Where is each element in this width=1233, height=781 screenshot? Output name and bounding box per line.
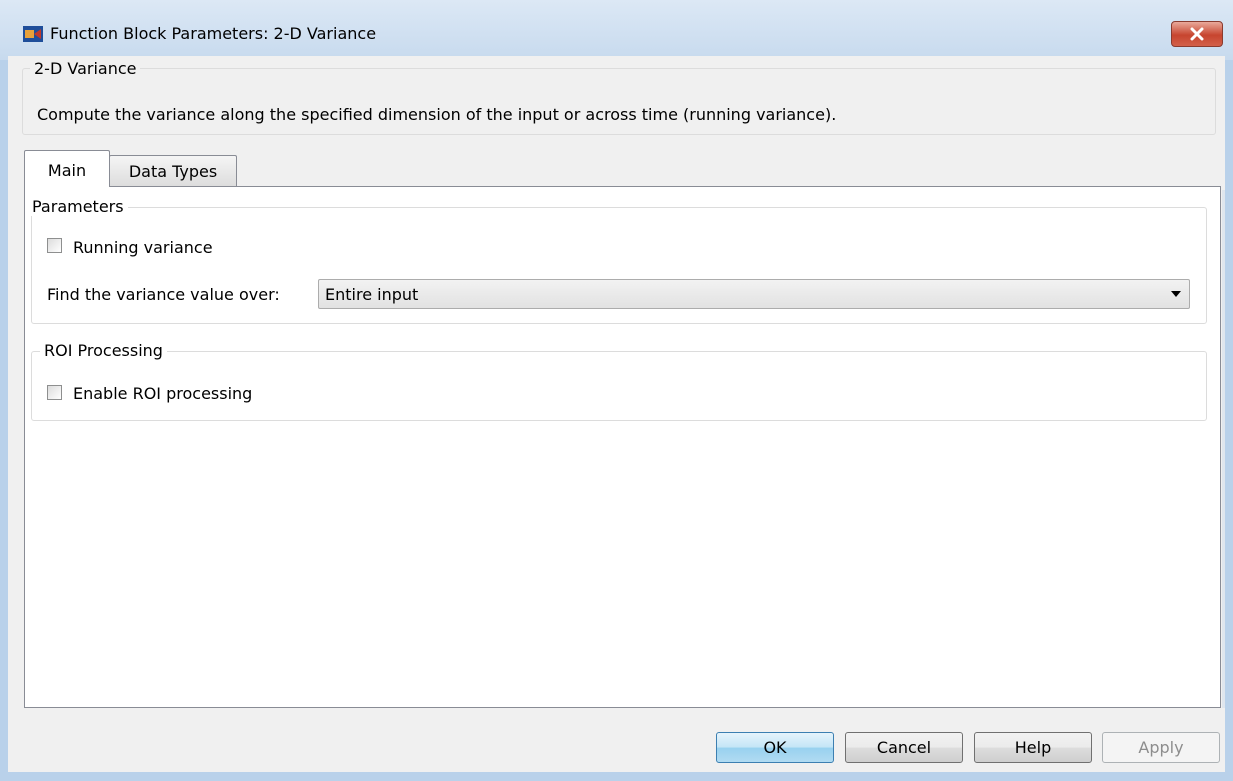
- simulink-block-icon: [23, 26, 43, 42]
- close-button[interactable]: [1171, 21, 1223, 47]
- roi-processing-group-title: ROI Processing: [40, 341, 167, 360]
- apply-button[interactable]: Apply: [1102, 732, 1220, 763]
- cancel-button[interactable]: Cancel: [845, 732, 963, 763]
- close-icon: [1190, 27, 1204, 41]
- dialog-window: Function Block Parameters: 2-D Variance …: [0, 0, 1233, 781]
- running-variance-label[interactable]: Running variance: [73, 238, 213, 257]
- find-variance-over-label: Find the variance value over:: [47, 285, 280, 304]
- block-description: Compute the variance along the specified…: [37, 105, 837, 124]
- running-variance-checkbox[interactable]: [47, 238, 62, 253]
- title-bar[interactable]: Function Block Parameters: 2-D Variance: [0, 0, 1233, 60]
- panel-edge: [1222, 190, 1225, 708]
- enable-roi-label[interactable]: Enable ROI processing: [73, 384, 252, 403]
- select-value: Entire input: [325, 285, 419, 304]
- enable-roi-checkbox[interactable]: [47, 385, 62, 400]
- find-variance-over-select[interactable]: Entire input: [318, 279, 1190, 309]
- description-group: [22, 68, 1216, 135]
- tab-label: Data Types: [128, 162, 218, 181]
- ok-button[interactable]: OK: [716, 732, 834, 763]
- parameters-group-title: Parameters: [28, 197, 128, 216]
- tab-label: Main: [47, 161, 87, 180]
- tab-data-types[interactable]: Data Types: [109, 155, 237, 186]
- chevron-down-icon: [1171, 291, 1181, 297]
- window-title: Function Block Parameters: 2-D Variance: [50, 24, 377, 43]
- description-group-title: 2-D Variance: [30, 59, 141, 78]
- help-button[interactable]: Help: [974, 732, 1092, 763]
- tab-main[interactable]: Main: [24, 150, 110, 187]
